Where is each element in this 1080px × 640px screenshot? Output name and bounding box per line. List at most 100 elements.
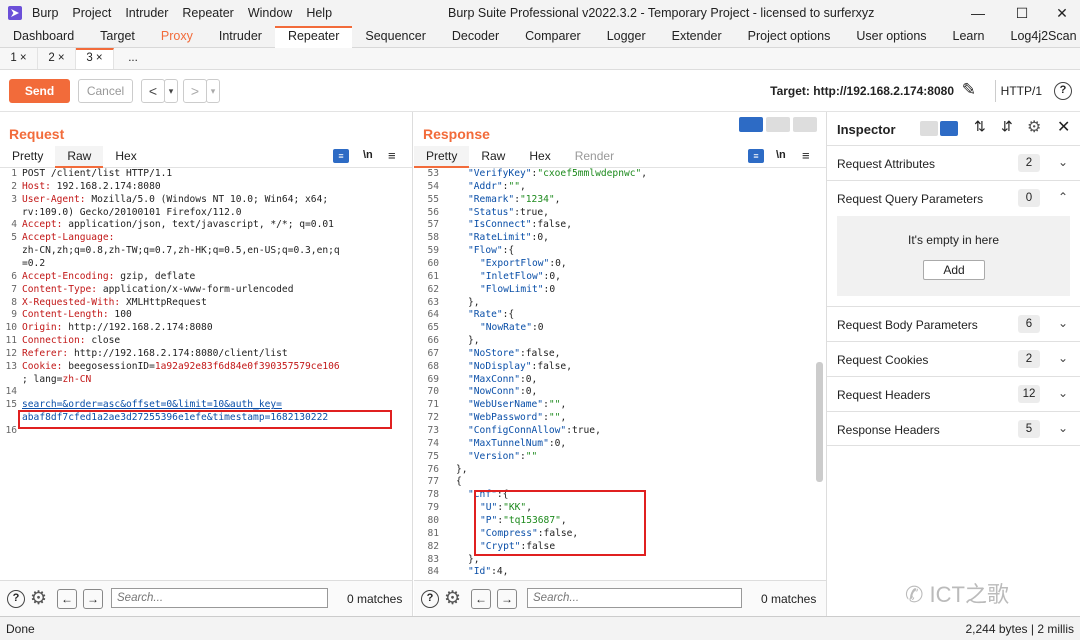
menu-icon[interactable]: ≡ [802, 148, 810, 163]
toolbar: Send Cancel < ▾ > ▾ Target: http://192.1… [0, 70, 1080, 112]
inspector-settings-icon[interactable]: ⚙ [1027, 117, 1041, 137]
request-search-input[interactable] [111, 588, 328, 608]
forward-button[interactable]: > [183, 79, 207, 103]
next-match-icon[interactable]: → [83, 589, 103, 609]
menu-project[interactable]: Project [72, 6, 111, 20]
back-button[interactable]: < [141, 79, 165, 103]
layout-split-icon[interactable] [739, 117, 763, 132]
tab-logger[interactable]: Logger [594, 26, 659, 48]
prev-match-icon[interactable]: ← [57, 589, 77, 609]
forward-menu-icon[interactable]: ▾ [206, 79, 220, 103]
inspector-close-icon[interactable]: ✕ [1057, 117, 1070, 137]
line-number: 66 [427, 335, 439, 347]
request-tab-pretty[interactable]: Pretty [0, 146, 55, 168]
wrap-toggle-icon[interactable]: ≡ [748, 149, 764, 163]
code-line: rv:109.0) Gecko/20100101 Firefox/112.0 [22, 206, 242, 218]
tab-sequencer[interactable]: Sequencer [352, 26, 438, 48]
menu-icon[interactable]: ≡ [388, 148, 396, 163]
inspector-layout-right-icon[interactable] [940, 121, 958, 136]
next-match-icon[interactable]: → [497, 589, 517, 609]
section-request-body-parameters[interactable]: Request Body Parameters 6 ⌄ [827, 306, 1080, 341]
tab-target[interactable]: Target [87, 26, 148, 48]
line-number: 13 [5, 360, 17, 372]
repeater-tab-3[interactable]: 3 × [76, 48, 114, 69]
tab-decoder[interactable]: Decoder [439, 26, 512, 48]
response-tab-raw[interactable]: Raw [469, 146, 517, 168]
code-line: zh-CN,zh;q=0.8,zh-TW;q=0.7,zh-HK;q=0.5,e… [22, 245, 340, 257]
menu-window[interactable]: Window [248, 6, 292, 20]
section-request-cookies[interactable]: Request Cookies 2 ⌄ [827, 341, 1080, 376]
help-icon[interactable]: ? [421, 590, 439, 608]
response-panel: Response Pretty Raw Hex Render ≡ \n ≡ 53… [414, 112, 827, 616]
close-icon[interactable]: ✕ [1052, 3, 1072, 23]
request-tab-raw[interactable]: Raw [55, 146, 104, 168]
tab-repeater[interactable]: Repeater [274, 26, 353, 48]
tab-log4j2scan[interactable]: Log4j2Scan [998, 26, 1080, 48]
edit-pencil-icon[interactable]: ✎ [962, 80, 976, 100]
maximize-icon[interactable]: ☐ [1012, 3, 1032, 23]
chevron-down-icon[interactable]: ⌄ [1058, 316, 1068, 330]
tab-project-options[interactable]: Project options [735, 26, 844, 48]
request-tab-hex[interactable]: Hex [103, 146, 148, 168]
repeater-tab-1[interactable]: 1 × [0, 48, 38, 69]
chevron-down-icon[interactable]: ⌄ [1058, 421, 1068, 435]
repeater-tab-new[interactable]: ... [114, 48, 152, 69]
chevron-up-icon[interactable]: ⌃ [1058, 190, 1068, 204]
section-request-attributes[interactable]: Request Attributes 2 ⌄ [827, 145, 1080, 180]
prev-match-icon[interactable]: ← [471, 589, 491, 609]
tab-intruder[interactable]: Intruder [206, 26, 275, 48]
tab-proxy[interactable]: Proxy [148, 26, 206, 48]
request-editor[interactable]: 1 POST /client/list HTTP/1.1 2 Host: 192.16… [0, 168, 400, 580]
tab-comparer[interactable]: Comparer [512, 26, 594, 48]
layout-single-icon[interactable] [793, 117, 817, 132]
tab-learn[interactable]: Learn [940, 26, 998, 48]
tab-user-options[interactable]: User options [843, 26, 939, 48]
line-number: 65 [427, 322, 439, 334]
code-line: Content-Type: application/x-www-form-url… [22, 283, 294, 295]
json-key: "NoDisplay" [468, 360, 532, 372]
chevron-down-icon[interactable]: ⌄ [1058, 351, 1068, 365]
minimize-icon[interactable]: — [968, 3, 988, 23]
menu-intruder[interactable]: Intruder [125, 6, 168, 20]
repeater-tab-2[interactable]: 2 × [38, 48, 76, 69]
menu-burp[interactable]: Burp [32, 6, 58, 20]
menu-repeater[interactable]: Repeater [182, 6, 233, 20]
newline-toggle-icon[interactable]: \n [363, 149, 373, 161]
header-name: Accept-Encoding: [22, 270, 115, 282]
help-icon[interactable]: ? [1054, 82, 1072, 100]
wrap-toggle-icon[interactable]: ≡ [333, 149, 349, 163]
response-tab-hex[interactable]: Hex [517, 146, 562, 168]
response-tab-pretty[interactable]: Pretty [414, 146, 470, 168]
settings-gear-icon[interactable]: ⚙ [444, 587, 461, 610]
burp-logo-icon [8, 6, 22, 20]
response-search-input[interactable] [527, 588, 742, 608]
code-line: { [456, 476, 462, 488]
newline-toggle-icon[interactable]: \n [776, 149, 786, 161]
chevron-down-icon[interactable]: ⌄ [1058, 386, 1068, 400]
response-tab-render[interactable]: Render [563, 146, 626, 168]
expand-all-icon[interactable]: ⇅ [974, 118, 986, 135]
json-string: "" [525, 450, 538, 462]
json-key: "IsConnect" [468, 219, 532, 231]
back-menu-icon[interactable]: ▾ [164, 79, 178, 103]
inspector-layout-left-icon[interactable] [920, 121, 938, 136]
add-button[interactable]: Add [923, 260, 985, 280]
line-number: 79 [427, 502, 439, 514]
collapse-all-icon[interactable]: ⇵ [1001, 118, 1013, 135]
scrollbar-thumb[interactable] [816, 362, 823, 482]
chevron-down-icon[interactable]: ⌄ [1058, 155, 1068, 169]
http-version-label[interactable]: HTTP/1 [1001, 84, 1042, 98]
settings-gear-icon[interactable]: ⚙ [30, 587, 47, 610]
section-request-headers[interactable]: Request Headers 12 ⌄ [827, 376, 1080, 411]
cancel-button[interactable]: Cancel [78, 79, 133, 103]
send-button[interactable]: Send [9, 79, 70, 103]
menu-help[interactable]: Help [306, 6, 332, 20]
line-number: 14 [5, 386, 17, 398]
section-request-query-parameters[interactable]: Request Query Parameters 0 ⌃ [827, 180, 1080, 215]
layout-stack-icon[interactable] [766, 117, 790, 132]
section-response-headers[interactable]: Response Headers 5 ⌄ [827, 411, 1080, 446]
tab-dashboard[interactable]: Dashboard [0, 26, 87, 48]
count-badge: 5 [1018, 420, 1040, 438]
tab-extender[interactable]: Extender [659, 26, 735, 48]
help-icon[interactable]: ? [7, 590, 25, 608]
